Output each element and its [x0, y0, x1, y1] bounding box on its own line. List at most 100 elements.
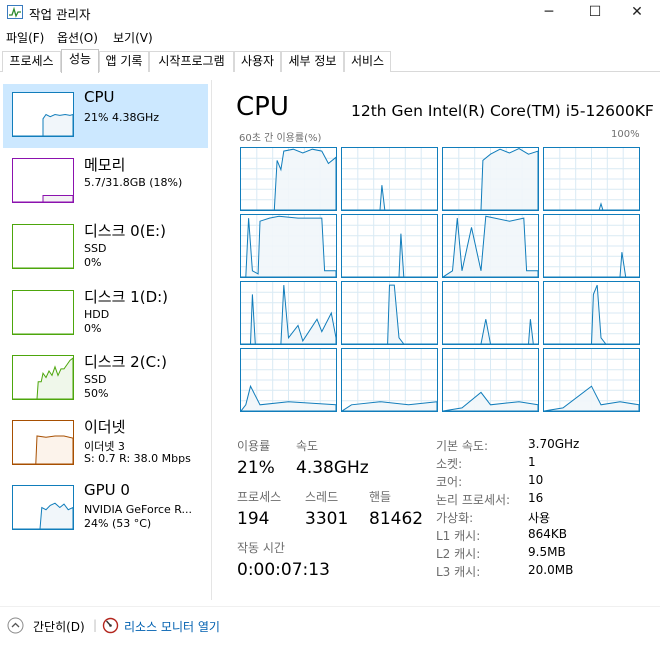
detail-label: 소켓:: [436, 457, 463, 471]
tab-processes[interactable]: 프로세스: [2, 51, 61, 72]
sidebar-item-line2: 0%: [84, 322, 102, 335]
graph-label-right: 100%: [611, 129, 640, 140]
uptime-value: 0:00:07:13: [237, 560, 330, 580]
cpu-core-graph-plot: [544, 215, 639, 277]
detail-label: 논리 프로세서:: [436, 493, 511, 507]
cpu-core-graph-plot: [443, 215, 538, 277]
cpu-usage-line: [342, 401, 437, 411]
sidebar-item-line1: 21% 4.38GHz: [84, 111, 160, 124]
task-manager-icon: [7, 5, 23, 19]
cpu-core-graph: [442, 214, 539, 278]
tab-services[interactable]: 서비스: [344, 51, 391, 72]
sidebar-thumbnail-graph: [12, 224, 74, 269]
cpu-core-graph-plot: [443, 349, 538, 411]
cpu-core-graph-plot: [241, 215, 336, 277]
sidebar-item-title: CPU: [84, 88, 115, 106]
menu-file[interactable]: 파일(F): [6, 29, 44, 46]
speed-label: 속도: [296, 439, 319, 453]
sidebar-graph-area: [13, 195, 74, 203]
chevron-up-icon[interactable]: [7, 617, 24, 634]
sidebar-item-1[interactable]: 메모리 5.7/31.8GB (18%): [3, 150, 208, 214]
sidebar-graph-area: [13, 113, 74, 137]
cpu-usage-line: [342, 284, 437, 344]
sidebar-divider: [211, 80, 212, 600]
title-bar: 작업 관리자 ─ ☐ ✕: [0, 0, 660, 26]
sidebar-item-line1: HDD: [84, 308, 110, 321]
sidebar-item-line1: SSD: [84, 373, 107, 386]
detail-value: 864KB: [528, 527, 568, 541]
sidebar-graph-area: [13, 357, 74, 400]
threads-value: 3301: [305, 509, 349, 529]
sidebar-thumbnail-graph: [12, 355, 74, 400]
cpu-core-graph-plot: [544, 282, 639, 344]
cpu-core-graph: [543, 214, 640, 278]
sidebar-item-line2: 24% (53 °C): [84, 517, 152, 530]
sidebar-item-title: 이더넷: [84, 418, 126, 436]
cpu-core-graph: [240, 281, 337, 345]
processes-value: 194: [237, 509, 270, 529]
cpu-core-graph: [341, 281, 438, 345]
tab-users[interactable]: 사용자: [234, 51, 281, 72]
sidebar-item-title: 디스크 0(E:): [84, 222, 166, 240]
processes-label: 프로세스: [237, 490, 282, 504]
cpu-core-graph: [240, 147, 337, 211]
sidebar-item-6[interactable]: GPU 0 NVIDIA GeForce R... 24% (53 °C): [3, 477, 208, 541]
minimize-button[interactable]: ─: [526, 0, 572, 26]
window-title: 작업 관리자: [29, 7, 91, 22]
detail-label: L3 캐시:: [436, 565, 481, 579]
cpu-core-graph-plot: [443, 282, 538, 344]
sidebar-graph-border: [12, 224, 74, 269]
cpu-core-graph-plot: [241, 282, 336, 344]
open-resource-monitor-link[interactable]: 리소스 모니터 열기: [124, 618, 220, 635]
sidebar-item-5[interactable]: 이더넷 이더넷 3 S: 0.7 R: 38.0 Mbps: [3, 412, 208, 476]
cpu-core-graph: [543, 147, 640, 211]
cpu-core-graph: [341, 147, 438, 211]
threads-label: 스레드: [305, 490, 339, 504]
cpu-core-graph: [240, 214, 337, 278]
tab-performance[interactable]: 성능: [61, 49, 99, 73]
speed-value: 4.38GHz: [296, 458, 369, 478]
cpu-core-graph: [442, 147, 539, 211]
tab-details[interactable]: 세부 정보: [281, 51, 344, 72]
sidebar-item-title: 디스크 1(D:): [84, 288, 169, 306]
detail-value: 9.5MB: [528, 545, 566, 559]
cpu-core-graph-plot: [342, 349, 437, 411]
logical-processor-graphs[interactable]: [238, 145, 640, 413]
sidebar-thumbnail-graph: [12, 290, 74, 335]
sidebar-item-title: 디스크 2(C:): [84, 353, 167, 371]
sidebar-thumbnail-graph: [12, 158, 74, 203]
menu-view[interactable]: 보기(V): [113, 29, 153, 46]
sidebar-graph-area: [13, 435, 74, 465]
detail-value: 20.0MB: [528, 563, 574, 577]
cpu-core-graph-plot: [342, 215, 437, 277]
sidebar-item-title: GPU 0: [84, 481, 130, 499]
cpu-core-graph-plot: [544, 349, 639, 411]
close-button[interactable]: ✕: [614, 0, 660, 26]
cpu-core-graph: [442, 281, 539, 345]
sidebar-item-2[interactable]: 디스크 0(E:) SSD 0%: [3, 216, 208, 280]
sidebar-item-3[interactable]: 디스크 1(D:) HDD 0%: [3, 282, 208, 346]
page-title: CPU: [236, 92, 289, 122]
fewer-details-button[interactable]: 간단히(D): [33, 618, 85, 635]
maximize-button[interactable]: ☐: [572, 0, 618, 26]
detail-value: 16: [528, 491, 544, 505]
detail-value: 1: [528, 455, 536, 469]
menu-options[interactable]: 옵션(O): [57, 29, 98, 46]
resource-monitor-icon[interactable]: [102, 617, 119, 634]
cpu-core-graph-plot: [241, 148, 336, 210]
tab-bar: 프로세스 성능 앱 기록 시작프로그램 사용자 세부 정보 서비스: [0, 49, 660, 73]
tab-app-history[interactable]: 앱 기록: [99, 51, 149, 72]
sidebar-item-0[interactable]: CPU 21% 4.38GHz: [3, 84, 208, 148]
sidebar-item-4[interactable]: 디스크 2(C:) SSD 50%: [3, 347, 208, 411]
footer-divider: [0, 606, 660, 607]
handles-label: 핸들: [369, 490, 392, 504]
cpu-usage-line: [443, 215, 538, 277]
sidebar-thumbnail-graph: [12, 485, 74, 530]
cpu-core-graph: [543, 348, 640, 412]
detail-label: 코어:: [436, 475, 463, 489]
cpu-model-name: 12th Gen Intel(R) Core(TM) i5-12600KF: [351, 102, 654, 120]
sidebar-item-line1: 5.7/31.8GB (18%): [84, 176, 183, 189]
cpu-core-graph-plot: [241, 349, 336, 411]
sidebar-item-line2: 0%: [84, 256, 102, 269]
tab-startup[interactable]: 시작프로그램: [149, 51, 234, 72]
